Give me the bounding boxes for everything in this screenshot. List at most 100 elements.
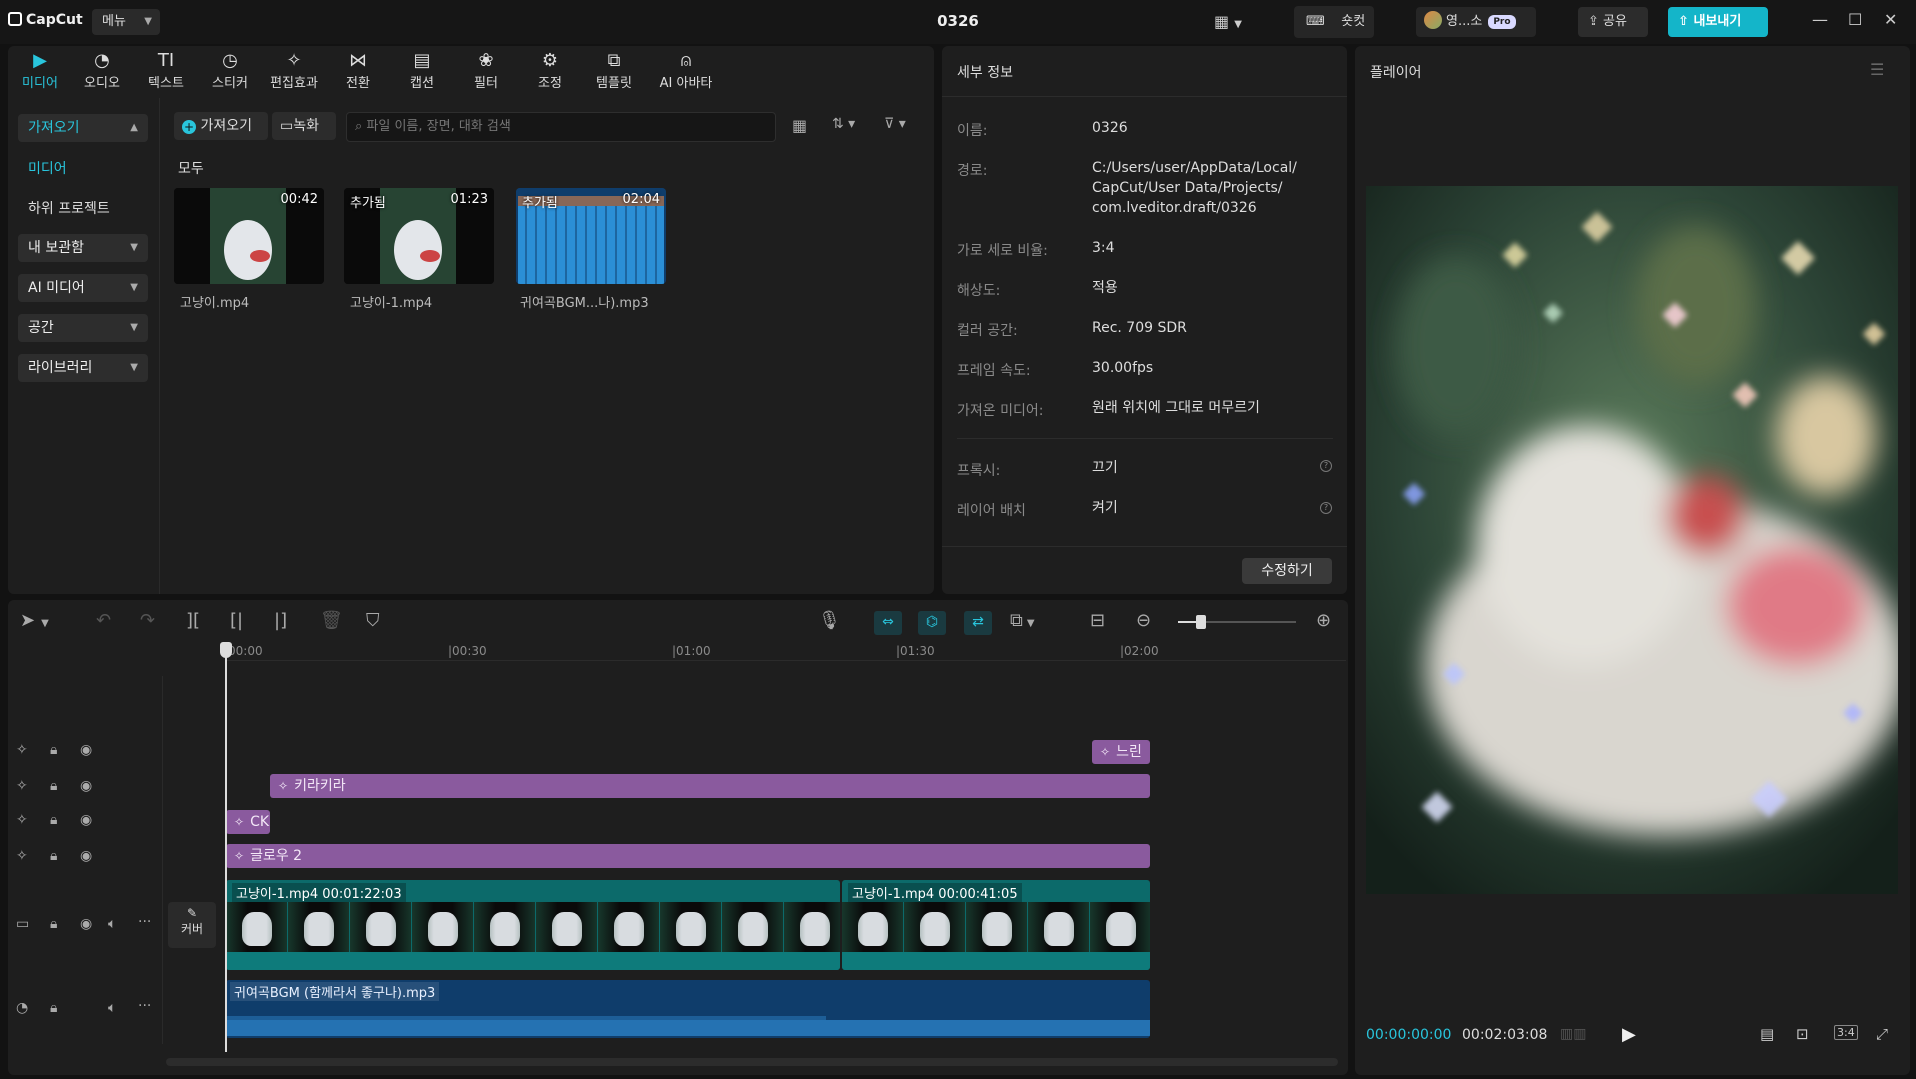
minimize-icon[interactable]: — — [1812, 10, 1828, 29]
lock-icon[interactable]: 🔒︎ — [50, 812, 57, 828]
select-pointer-icon[interactable]: ➤ ▼ — [20, 610, 49, 631]
zoom-out-icon[interactable]: ⊖ — [1136, 610, 1151, 631]
magnet-preview-icon[interactable]: ⇄ — [964, 611, 992, 635]
export-button[interactable]: ⇧ 내보내기 — [1668, 7, 1768, 37]
speaker-icon[interactable]: 🔈︎ — [108, 916, 116, 932]
lock-icon[interactable]: 🔒︎ — [50, 1000, 57, 1016]
tab-template[interactable]: ⧉ 템플릿 — [584, 50, 644, 94]
record-button[interactable]: ▭녹화 — [272, 112, 336, 140]
play-button[interactable]: ▶ — [1622, 1024, 1636, 1045]
shortcut-button[interactable]: ⌨ 숏컷 — [1294, 6, 1374, 38]
delete-icon[interactable]: 🗑 — [320, 610, 343, 631]
split-screen-icon[interactable]: ⧉ ▼ — [1010, 610, 1035, 631]
tab-effects[interactable]: ✧ 편집효과 — [264, 50, 324, 94]
sidebar-item-space[interactable]: 공간 ▼ — [18, 314, 148, 342]
media-item-cat[interactable]: 00:42 — [174, 188, 324, 284]
subtitle-icon[interactable]: ▤ — [1760, 1025, 1774, 1043]
chevron-up-icon: ▲ — [130, 122, 138, 133]
tab-filter[interactable]: ❀ 필터 — [456, 50, 516, 94]
eye-icon[interactable]: ◉ — [80, 848, 92, 864]
help-icon[interactable]: ? — [1320, 502, 1332, 514]
tab-media[interactable]: ▶ 미디어 — [10, 50, 70, 94]
magnet-main-icon[interactable]: ⇔ — [874, 611, 902, 635]
lock-icon[interactable]: 🔒︎ — [50, 848, 57, 864]
user-account-button[interactable]: 영...소 Pro — [1416, 7, 1536, 37]
preview-axis-icon[interactable]: ⊟ — [1090, 610, 1105, 631]
search-input[interactable] — [366, 119, 747, 134]
shield-icon[interactable]: ⛉ — [366, 610, 380, 631]
fx-clip-ck[interactable]: ✧ CK — [226, 810, 270, 834]
split-icon[interactable]: ][ — [186, 610, 200, 631]
trim-left-icon[interactable]: [| — [230, 610, 243, 631]
menu-dropdown[interactable]: 메뉴 ▼ — [92, 9, 160, 35]
sidebar-item-my-storage[interactable]: 내 보관함 ▼ — [18, 234, 148, 262]
detail-value: 30.00fps — [1092, 360, 1154, 376]
sidebar-item-media[interactable]: 미디어 — [28, 158, 67, 178]
zoom-in-icon[interactable]: ⊕ — [1316, 610, 1331, 631]
tab-audio[interactable]: ◔ 오디오 — [72, 50, 132, 94]
video-preview[interactable] — [1366, 186, 1898, 894]
eye-icon[interactable]: ◉ — [80, 778, 92, 794]
video-clip[interactable]: 고냥이-1.mp4 00:01:22:03 — [226, 880, 840, 970]
eye-icon[interactable]: ◉ — [80, 742, 92, 758]
fullscreen-icon[interactable]: ⤢ — [1876, 1025, 1888, 1043]
more-icon[interactable]: ··· — [138, 914, 151, 930]
tab-transition[interactable]: ⋈ 전환 — [328, 50, 388, 94]
sidebar-item-import[interactable]: 가져오기 ▲ — [18, 114, 148, 142]
eye-icon[interactable]: ◉ — [80, 812, 92, 828]
fit-icon[interactable]: ⊡ — [1796, 1025, 1809, 1043]
filter-sort-icon[interactable]: ⊽ ▾ — [884, 116, 906, 132]
playhead[interactable] — [225, 642, 227, 1052]
magnet-link-icon[interactable]: ⌬ — [918, 611, 946, 635]
sidebar-item-ai-media[interactable]: AI 미디어 ▼ — [18, 274, 148, 302]
zoom-slider-handle[interactable] — [1196, 615, 1206, 629]
hamburger-menu-icon[interactable]: ☰ — [1870, 60, 1884, 79]
sidebar-item-subproject[interactable]: 하위 프로젝트 — [28, 198, 110, 218]
modify-button[interactable]: 수정하기 — [1242, 558, 1332, 584]
help-icon[interactable]: ? — [1320, 460, 1332, 472]
cover-button[interactable]: ✎ 커버 — [168, 902, 216, 948]
trim-right-icon[interactable]: |] — [274, 610, 287, 631]
timeline-scrollbar[interactable] — [166, 1058, 1338, 1066]
proxy-value[interactable]: 끄기 — [1092, 458, 1332, 478]
tab-caption[interactable]: ▤ 캡션 — [392, 50, 452, 94]
tab-sticker[interactable]: ◷ 스티커 — [200, 50, 260, 94]
lock-icon[interactable]: 🔒︎ — [50, 742, 57, 758]
media-item-cat-1[interactable]: 추가됨 01:23 — [344, 188, 494, 284]
audio-icon: ◔ — [94, 50, 110, 71]
import-button[interactable]: + 가져오기 — [174, 112, 268, 140]
timeline-grid-icon[interactable]: ▥▥ — [1560, 1026, 1586, 1042]
tab-ai-avatar[interactable]: ⍝ AI 아바타 — [648, 50, 724, 94]
chevron-down-icon: ▼ — [130, 282, 138, 293]
divider — [942, 546, 1347, 547]
microphone-icon[interactable]: 🎙 — [818, 610, 841, 631]
aspect-ratio-button[interactable]: 3:4 — [1834, 1025, 1858, 1040]
close-icon[interactable]: ✕ — [1884, 10, 1897, 29]
more-icon[interactable]: ··· — [138, 998, 151, 1014]
share-button[interactable]: ⇪ 공유 — [1578, 7, 1648, 37]
sidebar-item-library[interactable]: 라이브러리 ▼ — [18, 354, 148, 382]
maximize-icon[interactable]: ☐ — [1848, 10, 1862, 29]
layer-value[interactable]: 켜기 — [1092, 498, 1332, 518]
redo-icon[interactable]: ↷ — [140, 610, 155, 631]
zoom-slider[interactable] — [1178, 615, 1296, 629]
undo-icon[interactable]: ↶ — [96, 610, 111, 631]
grid-view-icon[interactable]: ▦ — [792, 116, 807, 135]
fx-clip-glow[interactable]: ✧ 글로우 2 — [226, 844, 1150, 868]
sidebar-item-label: 가져오기 — [28, 120, 80, 136]
media-search[interactable]: ⌕ — [346, 112, 776, 142]
fx-clip-kirakira[interactable]: ✧ 키라키라 — [270, 774, 1150, 798]
lock-icon[interactable]: 🔒︎ — [50, 778, 57, 794]
media-item-bgm[interactable]: 추가됨 02:04 — [516, 188, 666, 284]
fx-clip-slow[interactable]: ✧ 느린 — [1092, 740, 1150, 764]
player-title: 플레이어 — [1370, 65, 1422, 81]
sort-icon[interactable]: ⇅ ▾ — [832, 116, 855, 132]
speaker-icon[interactable]: 🔈︎ — [108, 1000, 116, 1016]
tab-adjust[interactable]: ⚙ 조정 — [520, 50, 580, 94]
eye-icon[interactable]: ◉ — [80, 916, 92, 932]
video-clip[interactable]: 고냥이-1.mp4 00:00:41:05 — [842, 880, 1150, 970]
layout-toggle-icon[interactable]: ▦ ▼ — [1214, 12, 1242, 31]
lock-icon[interactable]: 🔒︎ — [50, 916, 57, 932]
tab-text[interactable]: TI 텍스트 — [136, 50, 196, 94]
audio-clip[interactable]: 귀여곡BGM (함께라서 좋구나).mp3 — [226, 980, 1150, 1038]
